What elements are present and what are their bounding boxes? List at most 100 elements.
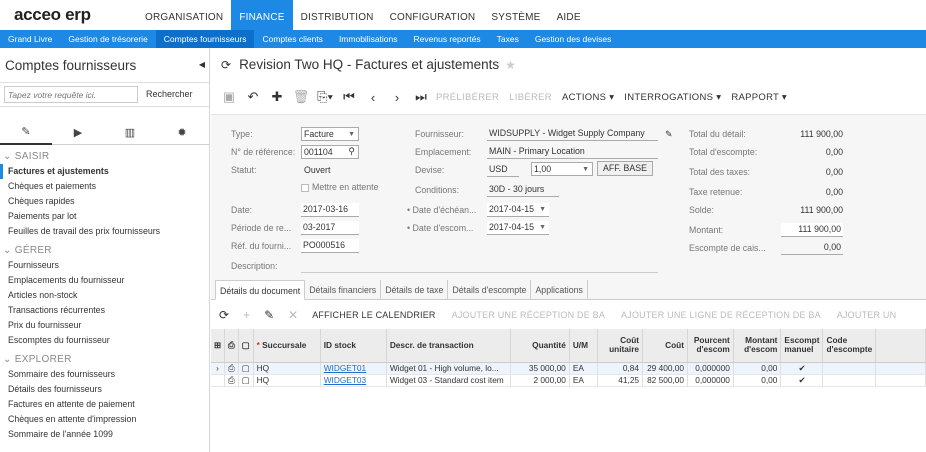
sidebar-item-prix[interactable]: Prix du fournisseur: [0, 318, 209, 333]
col-descr[interactable]: Descr. de transaction: [386, 329, 511, 363]
submenu-comptes-fournisseurs[interactable]: Comptes fournisseurs: [155, 30, 255, 48]
submenu-comptes-clients[interactable]: Comptes clients: [254, 30, 330, 48]
date-input[interactable]: 2017-03-16: [301, 203, 359, 217]
sidebar-item-cheques-impression[interactable]: Chèques en attente d'impression: [0, 412, 209, 427]
grid-delete-icon[interactable]: ✕: [288, 305, 298, 325]
col-pourcent-escompte[interactable]: Pourcent d'escom: [687, 329, 734, 363]
sidebar-item-feuilles-prix[interactable]: Feuilles de travail des prix fournisseur…: [0, 224, 209, 239]
cell-quantite[interactable]: 35 000,00: [510, 362, 570, 375]
sidebar-item-factures[interactable]: Factures et ajustements: [0, 164, 209, 179]
col-succursale[interactable]: * Succursale: [253, 329, 321, 363]
submenu-taxes[interactable]: Taxes: [489, 30, 527, 48]
delete-icon[interactable]: 🗑: [292, 86, 310, 108]
sidebar-item-escomptes[interactable]: Escomptes du fournisseur: [0, 333, 209, 348]
last-record-icon[interactable]: ⏭: [412, 86, 430, 108]
interrogations-menu[interactable]: INTERROGATIONS ▾: [624, 86, 721, 108]
cell-cout-unitaire[interactable]: 0,84: [597, 362, 644, 375]
cell-escompte-manuel-checkbox[interactable]: ✔: [780, 362, 824, 375]
sidebar-section-explorer[interactable]: ⌄ EXPLORER: [0, 353, 209, 367]
cell-um[interactable]: EA: [569, 374, 598, 387]
sidebar-item-emplacements[interactable]: Emplacements du fournisseur: [0, 273, 209, 288]
cell-pourcent[interactable]: 0,000000: [687, 374, 734, 387]
escompte-caisse-input[interactable]: 0,00: [781, 241, 843, 255]
stock-link[interactable]: WIDGET03: [324, 375, 366, 385]
sidebar-item-sommaire-fournisseurs[interactable]: Sommaire des fournisseurs: [0, 367, 209, 382]
type-select[interactable]: Facture ▼: [301, 127, 359, 141]
cell-descr[interactable]: Widget 03 - Standard cost item: [386, 374, 511, 387]
submenu-immobilisations[interactable]: Immobilisations: [331, 30, 406, 48]
table-row[interactable]: ⎙ ▢ HQ WIDGET03 Widget 03 - Standard cos…: [211, 374, 926, 387]
devise-input[interactable]: USD: [487, 163, 519, 177]
sidebar-tab-process[interactable]: ▶: [52, 119, 104, 145]
emplacement-input[interactable]: MAIN - Primary Location: [487, 145, 658, 159]
previous-record-icon[interactable]: ‹: [364, 86, 382, 108]
col-code-escompte[interactable]: Code d'escompte: [822, 329, 877, 363]
cell-id-stock[interactable]: WIDGET03: [320, 374, 387, 387]
sidebar-section-saisir[interactable]: ⌄ SAISIR: [0, 150, 209, 164]
aff-base-button[interactable]: AFF. BASE: [597, 161, 653, 176]
menu-systeme[interactable]: SYSTÈME: [483, 0, 548, 30]
cell-pourcent[interactable]: 0,000000: [687, 362, 734, 375]
sidebar-item-recurrentes[interactable]: Transactions récurrentes: [0, 303, 209, 318]
cell-montant-escompte[interactable]: 0,00: [733, 362, 782, 375]
sidebar-tab-reports[interactable]: ▥: [104, 119, 156, 145]
edit-pencil-icon[interactable]: ✎: [665, 127, 672, 141]
col-escompte-manuel[interactable]: Escompt manuel: [780, 329, 824, 363]
grid-edit-icon[interactable]: ✎: [264, 305, 274, 325]
grid-refresh-icon[interactable]: ⟳: [219, 305, 229, 325]
lib-button[interactable]: LIBÉRER: [509, 86, 552, 108]
add-receipt-button[interactable]: AJOUTER UNE RÉCEPTION DE BA: [452, 305, 605, 325]
undo-icon[interactable]: ↶: [244, 86, 262, 108]
cell-code-escompte[interactable]: [822, 362, 877, 375]
attachment-icon[interactable]: ⎙: [224, 362, 239, 375]
show-calendar-button[interactable]: AFFICHER LE CALENDRIER: [312, 305, 435, 325]
cell-descr[interactable]: Widget 01 - High volume, lo...: [386, 362, 511, 375]
sidebar-search-input[interactable]: [4, 86, 138, 103]
favorite-star-icon[interactable]: ★: [505, 58, 516, 72]
col-quantite[interactable]: Quantité: [510, 329, 570, 363]
sidebar-item-cheques-rapides[interactable]: Chèques rapides: [0, 194, 209, 209]
sidebar-search-button[interactable]: Rechercher: [142, 86, 197, 103]
periode-input[interactable]: 03-2017: [301, 221, 359, 235]
menu-aide[interactable]: AIDE: [549, 0, 589, 30]
submenu-tresorerie[interactable]: Gestion de trésorerie: [60, 30, 155, 48]
devise-rate-select[interactable]: 1,00 ▼: [531, 162, 593, 176]
menu-configuration[interactable]: CONFIGURATION: [382, 0, 484, 30]
cell-cout-unitaire[interactable]: 41,25: [597, 374, 644, 387]
cell-succursale[interactable]: HQ: [253, 374, 321, 387]
add-receipt-line-button[interactable]: AJOUTER UNE LIGNE DE RÉCEPTION DE BA: [621, 305, 821, 325]
tab-details-document[interactable]: Détails du document: [215, 280, 306, 300]
reffour-input[interactable]: PO000516: [301, 239, 359, 253]
col-cout-unitaire[interactable]: Coût unitaire: [597, 329, 644, 363]
cell-id-stock[interactable]: WIDGET01: [320, 362, 387, 375]
tab-details-escompte[interactable]: Détails d'escompte: [448, 280, 532, 300]
tab-details-financiers[interactable]: Détails financiers: [305, 280, 382, 300]
menu-finance[interactable]: FINANCE: [231, 0, 293, 30]
menu-organisation[interactable]: ORGANISATION: [137, 0, 231, 30]
cell-cout[interactable]: 82 500,00: [642, 374, 688, 387]
tab-details-taxe[interactable]: Détails de taxe: [381, 280, 449, 300]
sidebar-item-cheques-paiements[interactable]: Chèques et paiements: [0, 179, 209, 194]
copy-paste-icon[interactable]: ⎘▾: [316, 86, 334, 108]
grid-add-icon[interactable]: +: [243, 305, 250, 325]
sidebar-item-non-stock[interactable]: Articles non-stock: [0, 288, 209, 303]
cell-cout[interactable]: 29 400,00: [642, 362, 688, 375]
sidebar-section-gerer[interactable]: ⌄ GÉRER: [0, 244, 209, 258]
add-icon[interactable]: ✚: [268, 86, 286, 108]
save-icon[interactable]: ▣: [220, 86, 238, 108]
stock-link[interactable]: WIDGET01: [324, 363, 366, 373]
attachment-icon[interactable]: ⎙: [224, 374, 239, 387]
note-icon[interactable]: ▢: [238, 362, 254, 375]
menu-distribution[interactable]: DISTRIBUTION: [293, 0, 382, 30]
col-cout[interactable]: Coût: [642, 329, 688, 363]
submenu-grand-livre[interactable]: Grand Livre: [0, 30, 60, 48]
table-row[interactable]: › ⎙ ▢ HQ WIDGET01 Widget 01 - High volum…: [211, 362, 926, 375]
ref-input[interactable]: 001104 ⚲: [301, 145, 359, 159]
sidebar-tab-edit[interactable]: ✎: [0, 119, 52, 145]
sidebar-item-fournisseurs[interactable]: Fournisseurs: [0, 258, 209, 273]
first-record-icon[interactable]: ⏮: [340, 86, 358, 108]
refresh-icon[interactable]: ⟳: [221, 58, 231, 72]
add-more-button[interactable]: AJOUTER UN: [837, 305, 897, 325]
hold-checkbox[interactable]: [301, 184, 309, 192]
submenu-gestion-devises[interactable]: Gestion des devises: [527, 30, 620, 48]
